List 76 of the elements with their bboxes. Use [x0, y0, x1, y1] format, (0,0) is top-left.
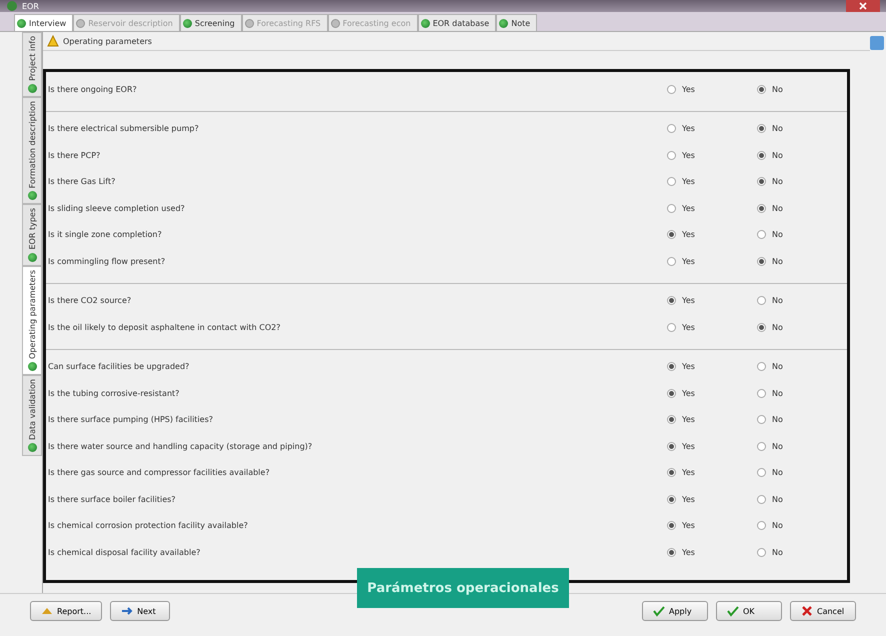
radio-option[interactable]: No — [757, 84, 847, 94]
side-tab[interactable]: EOR types — [22, 204, 42, 266]
radio-option[interactable]: No — [757, 124, 847, 134]
radio-option[interactable]: Yes — [667, 468, 757, 478]
side-tab[interactable]: Operating parameters — [22, 266, 42, 375]
radio-option[interactable]: Yes — [667, 84, 757, 94]
radio-option[interactable]: No — [757, 442, 847, 451]
radio-option[interactable]: No — [757, 256, 847, 266]
question-text: Is commingling flow present? — [48, 256, 166, 266]
question-text: Is chemical corrosion protection facility available? — [48, 521, 249, 530]
radio-option[interactable]: Yes — [667, 204, 757, 213]
radio-option[interactable]: Yes — [667, 296, 757, 306]
tab[interactable]: Screening — [180, 14, 242, 31]
radio-option[interactable]: No — [757, 468, 847, 478]
check-icon — [727, 605, 739, 617]
question-text: Is there gas source and compressor facilities available? — [48, 468, 271, 478]
radio-option[interactable]: Yes — [667, 150, 757, 160]
question-text: Is there water source and handling capacity (storage and piping)? — [48, 442, 314, 451]
radio-option[interactable]: Yes — [667, 548, 757, 557]
footer-button[interactable]: Cancel — [790, 601, 856, 621]
question-text: Is the oil likely to deposit asphaltene in contact with CO2? — [48, 322, 282, 332]
tab[interactable]: Interview — [14, 14, 74, 31]
question-text: Is there Gas Lift? — [48, 177, 116, 186]
question-text: Is it single zone completion? — [48, 230, 163, 240]
radio-option[interactable]: Yes — [667, 177, 757, 186]
tab[interactable]: Note — [496, 14, 538, 31]
radio-option[interactable]: No — [757, 230, 847, 240]
footer-button[interactable]: OK — [716, 601, 782, 621]
radio-option[interactable]: Yes — [667, 322, 757, 332]
question-text: Is there surface pumping (HPS) facilities? — [48, 415, 214, 424]
question-text: Can surface facilities be upgraded? — [48, 362, 190, 372]
radio-option[interactable]: No — [757, 204, 847, 213]
window-title: EOR — [22, 2, 39, 10]
radio-option[interactable]: Yes — [667, 230, 757, 240]
radio-option[interactable]: No — [757, 150, 847, 160]
caption-label: Parámetros operacionales — [357, 568, 569, 608]
radio-option[interactable]: No — [757, 362, 847, 372]
check-icon — [653, 605, 665, 617]
radio-option[interactable]: Yes — [667, 442, 757, 451]
question-text: Is there PCP? — [48, 150, 102, 160]
radio-option[interactable]: No — [757, 548, 847, 557]
question-text: Is there ongoing EOR? — [48, 84, 138, 94]
question-text: Is sliding sleeve completion used? — [48, 204, 186, 213]
radio-option[interactable]: No — [757, 494, 847, 504]
footer-button[interactable]: Apply — [642, 601, 708, 621]
close-icon — [858, 1, 868, 11]
radio-option[interactable]: Yes — [667, 388, 757, 398]
app-icon — [6, 0, 18, 12]
radio-option[interactable]: Yes — [667, 256, 757, 266]
radio-option[interactable]: Yes — [667, 415, 757, 424]
question-text: Is the tubing corrosive-resistant? — [48, 388, 180, 398]
close-button[interactable] — [846, 0, 880, 12]
question-text: Is there CO2 source? — [48, 296, 132, 306]
question-text: Is chemical disposal facility available? — [48, 548, 202, 557]
warning-icon — [47, 35, 59, 47]
radio-option[interactable]: Yes — [667, 494, 757, 504]
radio-option[interactable]: Yes — [667, 124, 757, 134]
footer-button[interactable]: Report... — [30, 601, 102, 621]
radio-option[interactable]: No — [757, 521, 847, 530]
side-tab[interactable]: Data validation — [22, 374, 42, 456]
question-text: Is there surface boiler facilities? — [48, 494, 177, 504]
section-title: Operating parameters — [63, 36, 152, 46]
arrow-icon — [121, 605, 134, 617]
radio-option[interactable]: Yes — [667, 521, 757, 530]
cross-icon — [801, 605, 813, 617]
radio-option[interactable]: No — [757, 415, 847, 424]
radio-option[interactable]: Yes — [667, 362, 757, 372]
radio-option[interactable]: No — [757, 322, 847, 332]
side-tab[interactable]: Formation description — [22, 96, 42, 204]
footer-button[interactable]: Next — [110, 601, 170, 621]
side-tab[interactable]: Project info — [22, 32, 42, 97]
question-text: Is there electrical submersible pump? — [48, 124, 200, 134]
radio-option[interactable]: No — [757, 177, 847, 186]
radio-option[interactable]: No — [757, 388, 847, 398]
radio-option[interactable]: No — [757, 296, 847, 306]
tab[interactable]: EOR database — [418, 14, 496, 31]
